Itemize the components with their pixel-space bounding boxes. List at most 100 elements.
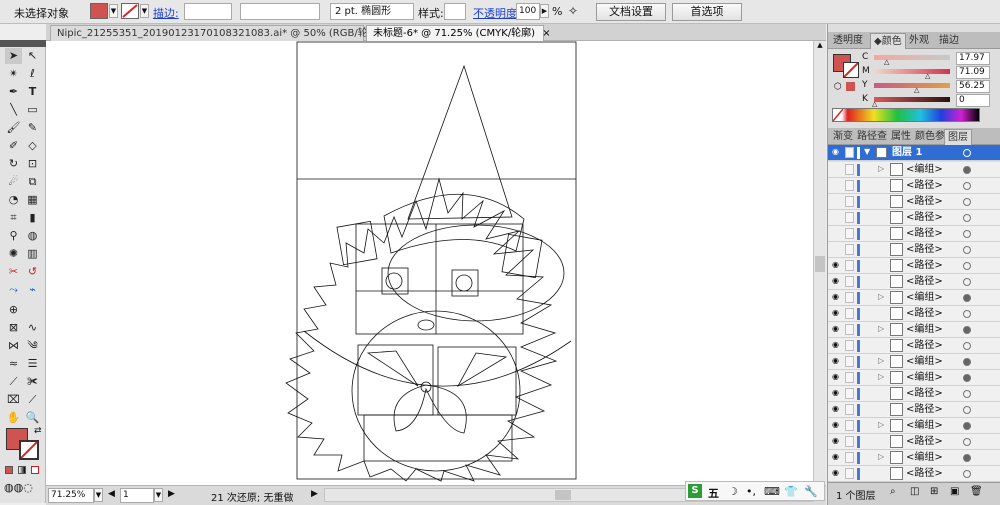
collapse-arrow-icon[interactable]: ▼ (864, 147, 870, 156)
brush-field[interactable]: 2 pt. 椭圆形 (330, 3, 414, 20)
target-icon[interactable] (963, 246, 971, 254)
layer-item-row[interactable]: <路径> (828, 242, 1000, 258)
next-artboard-arrow[interactable]: ▶ (168, 489, 175, 499)
lock-toggle[interactable] (845, 436, 854, 447)
eye-icon[interactable]: ◉ (831, 373, 840, 381)
stroke-dropdown[interactable]: ▼ (140, 4, 149, 18)
fill-dropdown[interactable]: ▼ (109, 4, 118, 18)
lock-toggle[interactable] (845, 244, 854, 255)
scroll-thumb[interactable] (815, 256, 825, 272)
layer-item-row[interactable]: ◉ <路径> (828, 466, 1000, 482)
eye-icon[interactable]: ◉ (831, 325, 840, 333)
layer-item-row[interactable]: ◉ <路径> (828, 402, 1000, 418)
eye-icon[interactable]: ◉ (831, 437, 840, 445)
swap-colors-icon[interactable]: ⇄ (34, 426, 42, 436)
lock-toggle[interactable] (845, 180, 854, 191)
target-icon[interactable] (963, 374, 971, 382)
eraser-icon[interactable]: ◇ (24, 138, 41, 154)
target-icon[interactable] (963, 214, 971, 222)
blend-tool-icon[interactable]: ◍ (24, 228, 41, 244)
layer-item-row[interactable]: ◉ ▷ <编组> (828, 418, 1000, 434)
eye-icon[interactable]: ◉ (831, 277, 840, 285)
zoom-tool-icon[interactable]: 🔍 (24, 410, 41, 426)
locate-object-icon[interactable]: ⌕ (890, 486, 896, 497)
expand-arrow-icon[interactable]: ▷ (878, 164, 884, 173)
lock-toggle[interactable] (845, 420, 854, 431)
layer-item-row[interactable]: ◉ <路径> (828, 274, 1000, 290)
target-icon[interactable] (963, 230, 971, 238)
rectangle-tool-icon[interactable]: ▭ (24, 102, 41, 118)
variable-width-field[interactable] (240, 3, 320, 20)
tab-transparency[interactable]: 透明度 (830, 33, 866, 49)
opacity-field[interactable]: 100 (516, 3, 540, 20)
m-slider-thumb[interactable]: △ (925, 72, 930, 80)
prev-artboard-arrow[interactable]: ◀ (108, 489, 115, 499)
lock-toggle[interactable] (845, 164, 854, 175)
lock-toggle[interactable] (845, 147, 854, 158)
lock-toggle[interactable] (845, 388, 854, 399)
eye-icon[interactable]: ◉ (831, 261, 840, 269)
layer-item-row[interactable]: ◉ ▷ <编组> (828, 290, 1000, 306)
tab-untitled-6[interactable]: 未标题-6* @ 71.25% (CMYK/轮廓) × (366, 25, 551, 41)
m-value-field[interactable]: 71.09 (956, 66, 990, 79)
zigzag-tool-icon[interactable]: ≈ (5, 356, 22, 372)
canvas-area[interactable] (46, 41, 813, 485)
blob-brush-icon[interactable]: ✐ (5, 138, 22, 154)
eye-icon[interactable]: ◉ (831, 148, 840, 156)
target-icon[interactable] (963, 198, 971, 206)
target-icon[interactable] (963, 438, 971, 446)
ime-toolbar[interactable]: S 五 ☽ •, ⌨ 👕 🔧 (685, 481, 825, 501)
layer-item-row[interactable]: <路径> (828, 178, 1000, 194)
color-mode-button[interactable] (5, 466, 13, 474)
target-icon[interactable] (963, 422, 971, 430)
eye-icon[interactable] (831, 181, 840, 189)
gradient-tool-icon[interactable]: ▮ (24, 210, 41, 226)
layer-item-row[interactable]: <路径> (828, 194, 1000, 210)
eye-icon[interactable]: ◉ (831, 309, 840, 317)
target-icon[interactable] (963, 454, 971, 462)
m-slider[interactable] (874, 69, 950, 74)
gamut-swatch[interactable] (846, 82, 855, 91)
eye-icon[interactable] (831, 213, 840, 221)
layer-item-row[interactable]: ◉ ▷ <编组> (828, 322, 1000, 338)
slice-select-icon[interactable]: ↺ (24, 264, 41, 280)
knife-tool-icon[interactable]: ⟋ (5, 374, 22, 390)
layer-target-icon[interactable] (963, 149, 971, 157)
artboard-field[interactable]: 1 (120, 488, 154, 503)
mesh-tool-icon[interactable]: ⌗ (5, 210, 22, 226)
layer-item-row[interactable]: ▷ <编组> (828, 162, 1000, 178)
zoom-field[interactable]: 71.25% (48, 488, 94, 503)
stroke-color-box[interactable] (19, 440, 39, 460)
tab-attributes[interactable]: 属性 (888, 129, 914, 145)
lock-toggle[interactable] (845, 260, 854, 271)
lock-toggle[interactable] (845, 228, 854, 239)
target-icon[interactable] (963, 262, 971, 270)
target-icon[interactable] (963, 406, 971, 414)
close-icon[interactable]: × (542, 28, 550, 39)
h-scroll-thumb[interactable] (555, 490, 571, 500)
eye-icon[interactable]: ◉ (831, 341, 840, 349)
target-icon[interactable] (963, 182, 971, 190)
target-icon[interactable] (963, 310, 971, 318)
lock-toggle[interactable] (845, 356, 854, 367)
opacity-link[interactable]: 不透明度: (473, 5, 521, 21)
lock-toggle[interactable] (845, 292, 854, 303)
target-icon[interactable] (963, 470, 971, 478)
eye-icon[interactable]: ◉ (831, 293, 840, 301)
layer-item-row[interactable]: ◉ ▷ <编组> (828, 450, 1000, 466)
expand-arrow-icon[interactable]: ▷ (878, 452, 884, 461)
tab-appearance[interactable]: 外观 (906, 33, 932, 49)
expand-arrow-icon[interactable]: ▷ (878, 420, 884, 429)
target-icon[interactable] (963, 166, 971, 174)
line-tool-icon[interactable]: ╲ (5, 102, 22, 118)
layer-item-row[interactable]: ◉ <路径> (828, 258, 1000, 274)
zoom-dropdown[interactable]: ▼ (94, 488, 103, 502)
stroke-swatch[interactable] (121, 3, 139, 19)
draw-mode-icon[interactable]: ◍◍◌ (4, 481, 33, 494)
eyedropper-icon[interactable]: ⚲ (5, 228, 22, 244)
lock-toggle[interactable] (845, 308, 854, 319)
lock-toggle[interactable] (845, 372, 854, 383)
k-value-field[interactable]: 0 (956, 94, 990, 107)
target-icon[interactable] (963, 390, 971, 398)
k-slider-thumb[interactable]: △ (872, 100, 877, 108)
